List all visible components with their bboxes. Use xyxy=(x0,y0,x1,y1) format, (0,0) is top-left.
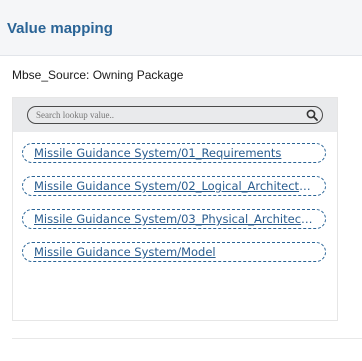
dialog-title: Value mapping xyxy=(7,20,113,37)
lookup-value-label[interactable]: Missile Guidance System/03_Physical_Arch… xyxy=(34,210,317,229)
lookup-value-item[interactable]: Missile Guidance System/03_Physical_Arch… xyxy=(22,209,326,229)
lookup-value-item[interactable]: Missile Guidance System/01_Requirements xyxy=(22,143,326,163)
source-field-label: Mbse_Source: Owning Package xyxy=(12,68,184,82)
lookup-values-panel: Missile Guidance System/01_Requirements … xyxy=(12,97,338,321)
dialog-header: Value mapping xyxy=(0,0,362,56)
search-bar xyxy=(13,98,337,132)
lookup-value-item[interactable]: Missile Guidance System/02_Logical_Archi… xyxy=(22,176,326,196)
lookup-value-label[interactable]: Missile Guidance System/01_Requirements xyxy=(34,144,317,163)
lookup-value-item[interactable]: Missile Guidance System/Model xyxy=(22,242,326,262)
search-icon[interactable] xyxy=(306,109,318,121)
footer-divider xyxy=(12,338,362,339)
lookup-value-label[interactable]: Missile Guidance System/02_Logical_Archi… xyxy=(34,177,317,196)
lookup-value-label[interactable]: Missile Guidance System/Model xyxy=(34,243,317,262)
search-input[interactable] xyxy=(27,106,323,124)
